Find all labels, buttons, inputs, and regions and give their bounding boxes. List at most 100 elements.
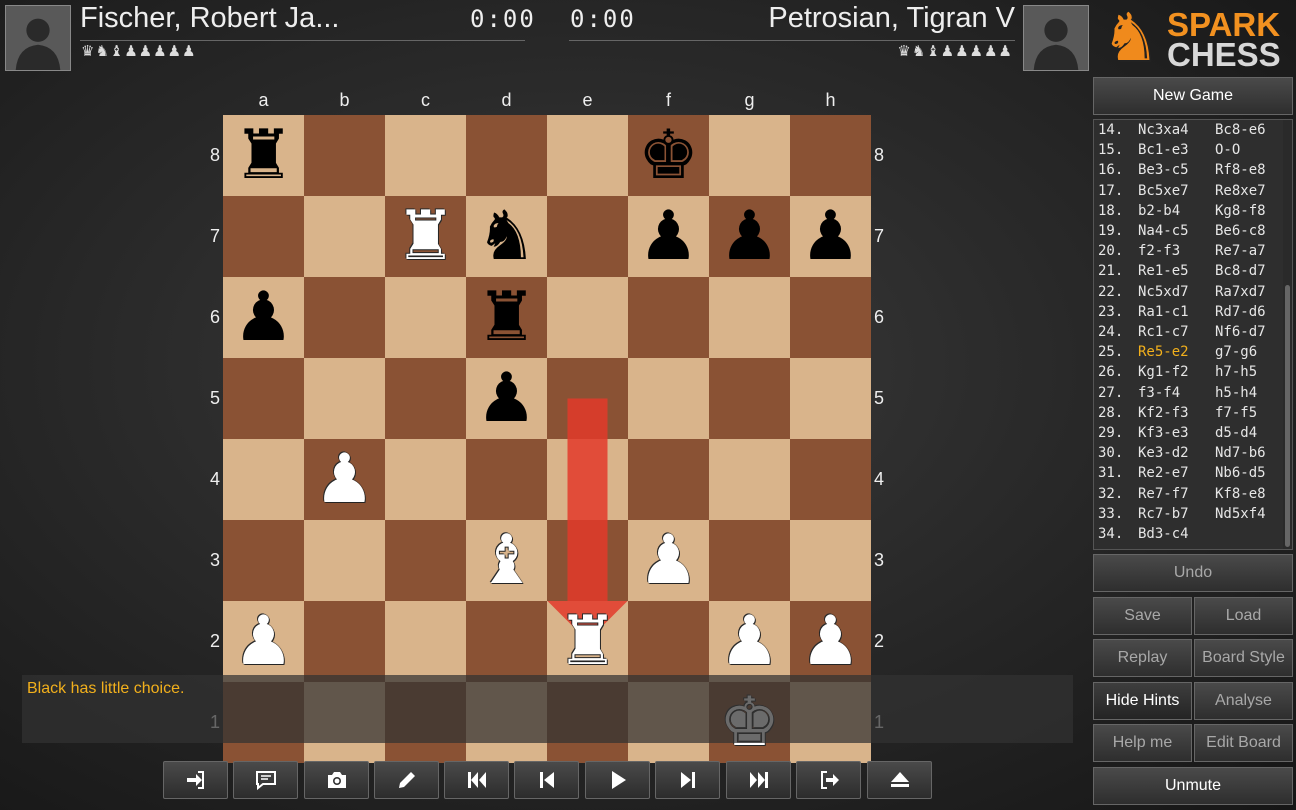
white-rook-e2[interactable]: ♜ (547, 601, 628, 682)
square-b3[interactable] (304, 520, 385, 601)
black-move[interactable]: g7-g6 (1215, 344, 1257, 360)
black-pawn-f7[interactable]: ♟ (628, 196, 709, 277)
board-style-button[interactable]: Board Style (1194, 639, 1293, 677)
square-e4[interactable] (547, 439, 628, 520)
square-c4[interactable] (385, 439, 466, 520)
white-rook-c7[interactable]: ♜ (385, 196, 466, 277)
square-a5[interactable] (223, 358, 304, 439)
new-game-button[interactable]: New Game (1093, 77, 1293, 115)
white-bishop-d3[interactable]: ♝ (466, 520, 547, 601)
move-list-scroll-thumb[interactable] (1285, 285, 1290, 547)
move-row[interactable]: 20. f2-f3 Re7-a7 (1098, 243, 1266, 263)
square-g4[interactable] (709, 439, 790, 520)
move-row[interactable]: 23. Ra1-c1 Rd7-d6 (1098, 304, 1266, 324)
chat-button[interactable] (233, 761, 298, 799)
white-pawn-f3[interactable]: ♟ (628, 520, 709, 601)
move-row[interactable]: 24. Rc1-c7 Nf6-d7 (1098, 324, 1266, 344)
move-list-scrollbar[interactable] (1283, 120, 1292, 549)
black-move[interactable]: Ra7xd7 (1215, 284, 1266, 300)
replay-button[interactable]: Replay (1093, 639, 1192, 677)
square-g6[interactable] (709, 277, 790, 358)
edit-button[interactable] (374, 761, 439, 799)
move-row[interactable]: 34. Bd3-c4 (1098, 526, 1215, 546)
white-move[interactable]: Re7-f7 (1138, 486, 1215, 502)
chess-board[interactable]: ♜♚♜♞♟♟♟♟♜♟♟♝♟♟♜♟♟♚ (223, 115, 871, 763)
save-button[interactable]: Save (1093, 597, 1192, 635)
white-move[interactable]: Re5-e2 (1138, 344, 1215, 360)
black-move[interactable]: h5-h4 (1215, 385, 1257, 401)
black-move[interactable]: Rf8-e8 (1215, 162, 1266, 178)
black-pawn-g7[interactable]: ♟ (709, 196, 790, 277)
help-me-button[interactable]: Help me (1093, 724, 1192, 762)
move-row[interactable]: 21. Re1-e5 Bc8-d7 (1098, 263, 1266, 283)
square-c6[interactable] (385, 277, 466, 358)
analyse-button[interactable]: Analyse (1194, 682, 1293, 720)
square-h6[interactable] (790, 277, 871, 358)
edit-board-button[interactable]: Edit Board (1194, 724, 1293, 762)
white-pawn-b4[interactable]: ♟ (304, 439, 385, 520)
white-move[interactable]: Kg1-f2 (1138, 364, 1215, 380)
move-row[interactable]: 18. b2-b4 Kg8-f8 (1098, 203, 1266, 223)
last-move-button[interactable] (726, 761, 791, 799)
black-move[interactable]: Kf8-e8 (1215, 486, 1266, 502)
move-row[interactable]: 33. Rc7-b7 Nd5xf4 (1098, 506, 1266, 526)
square-d2[interactable] (466, 601, 547, 682)
play-button[interactable] (585, 761, 650, 799)
move-row[interactable]: 31. Re2-e7 Nb6-d5 (1098, 465, 1266, 485)
black-pawn-h7[interactable]: ♟ (790, 196, 871, 277)
black-pawn-d5[interactable]: ♟ (466, 358, 547, 439)
white-move[interactable]: Rc7-b7 (1138, 506, 1215, 522)
eject-button[interactable] (867, 761, 932, 799)
white-move[interactable]: Bc5xe7 (1138, 183, 1215, 199)
move-row[interactable]: 15. Bc1-e3 O-O (1098, 142, 1240, 162)
white-move[interactable]: Rc1-c7 (1138, 324, 1215, 340)
white-move[interactable]: Bd3-c4 (1138, 526, 1215, 542)
square-h5[interactable] (790, 358, 871, 439)
white-move[interactable]: f3-f4 (1138, 385, 1215, 401)
square-c3[interactable] (385, 520, 466, 601)
exit-button[interactable] (796, 761, 861, 799)
square-a7[interactable] (223, 196, 304, 277)
black-knight-d7[interactable]: ♞ (466, 196, 547, 277)
white-move[interactable]: Nc5xd7 (1138, 284, 1215, 300)
move-row[interactable]: 29. Kf3-e3 d5-d4 (1098, 425, 1257, 445)
move-row[interactable]: 30. Ke3-d2 Nd7-b6 (1098, 445, 1266, 465)
undo-button[interactable]: Undo (1093, 554, 1293, 592)
unmute-button[interactable]: Unmute (1093, 767, 1293, 805)
move-row[interactable]: 27. f3-f4 h5-h4 (1098, 385, 1257, 405)
hide-hints-button[interactable]: Hide Hints (1093, 682, 1192, 720)
white-move[interactable]: Kf2-f3 (1138, 405, 1215, 421)
black-move[interactable]: Bc8-e6 (1215, 122, 1266, 138)
square-d8[interactable] (466, 115, 547, 196)
white-move[interactable]: Kf3-e3 (1138, 425, 1215, 441)
black-move[interactable]: Kg8-f8 (1215, 203, 1266, 219)
square-f4[interactable] (628, 439, 709, 520)
square-a3[interactable] (223, 520, 304, 601)
move-row[interactable]: 32. Re7-f7 Kf8-e8 (1098, 486, 1266, 506)
prev-move-button[interactable] (514, 761, 579, 799)
black-move[interactable]: Be6-c8 (1215, 223, 1266, 239)
square-g5[interactable] (709, 358, 790, 439)
square-c2[interactable] (385, 601, 466, 682)
black-move[interactable]: Nd7-b6 (1215, 445, 1266, 461)
black-rook-a8[interactable]: ♜ (223, 115, 304, 196)
square-f5[interactable] (628, 358, 709, 439)
black-move[interactable]: Nf6-d7 (1215, 324, 1266, 340)
black-move[interactable]: Bc8-d7 (1215, 263, 1266, 279)
white-move[interactable]: f2-f3 (1138, 243, 1215, 259)
white-pawn-g2[interactable]: ♟ (709, 601, 790, 682)
white-move[interactable]: Na4-c5 (1138, 223, 1215, 239)
square-e6[interactable] (547, 277, 628, 358)
black-pawn-a6[interactable]: ♟ (223, 277, 304, 358)
screenshot-button[interactable] (304, 761, 369, 799)
move-row[interactable]: 17. Bc5xe7 Re8xe7 (1098, 183, 1266, 203)
move-row[interactable]: 26. Kg1-f2 h7-h5 (1098, 364, 1257, 384)
black-move[interactable]: d5-d4 (1215, 425, 1257, 441)
white-move[interactable]: Be3-c5 (1138, 162, 1215, 178)
black-move[interactable]: f7-f5 (1215, 405, 1257, 421)
square-c8[interactable] (385, 115, 466, 196)
move-row[interactable]: 25. Re5-e2 g7-g6 (1098, 344, 1257, 364)
white-move[interactable]: Bc1-e3 (1138, 142, 1215, 158)
move-list[interactable]: 14. Nc3xa4 Bc8-e6 15. Bc1-e3 O-O 16. Be3-c5 Rf8-… (1093, 119, 1293, 550)
square-b7[interactable] (304, 196, 385, 277)
